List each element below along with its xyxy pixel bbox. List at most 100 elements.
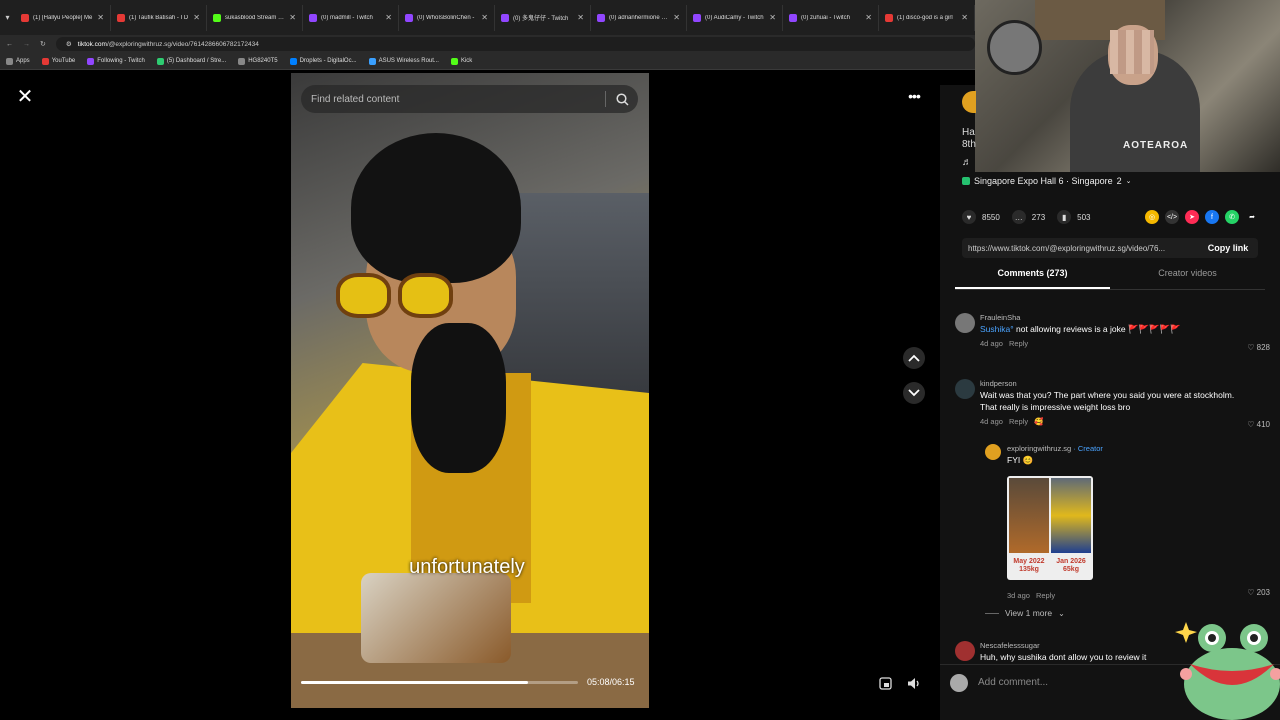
tab-title: (0) 多鬼仔仔 - Twitch	[513, 16, 569, 22]
url-path: /@exploringwithruz.sg/video/761428660678…	[106, 40, 259, 48]
browser-tab[interactable]: (1) disco-god is a girl ✕	[879, 4, 975, 31]
bookmark-favicon-icon	[238, 57, 246, 65]
video-player[interactable]	[291, 73, 649, 708]
video-link-row: https://www.tiktok.com/@exploringwithruz…	[962, 238, 1258, 258]
browser-tab[interactable]: sukasblood Stream - V ✕	[207, 4, 303, 31]
bookmark-label: Following - Twitch	[97, 58, 145, 64]
picture-in-picture-icon[interactable]	[876, 674, 894, 692]
coin-icon[interactable]: ◎	[1145, 210, 1159, 224]
comment-username[interactable]: kindperson	[980, 379, 1235, 388]
location-tag[interactable]: Singapore Expo Hall 6 · Singapore 2 ⌄	[962, 176, 1131, 186]
bookmark-item[interactable]: Droplets - DigitalOc...	[289, 57, 357, 65]
comment-like[interactable]: ♡ 828	[1247, 343, 1270, 352]
tab-title: (0) WhoIsBolinChen -	[417, 14, 475, 21]
tab-close-icon[interactable]: ✕	[961, 13, 968, 22]
browser-tab[interactable]: (1) Taufik Batisah - I D ✕	[111, 4, 207, 31]
reply-like[interactable]: ♡ 203	[1247, 588, 1270, 597]
creator-badge: · Creator	[1073, 444, 1103, 453]
bookmark-item[interactable]: (5) Dashboard / Stre...	[156, 57, 226, 65]
comment-button[interactable]: … 273	[1011, 210, 1045, 224]
search-icon[interactable]	[606, 92, 638, 106]
comment-mention[interactable]: Sushika°	[980, 324, 1014, 334]
tab-close-icon[interactable]: ✕	[481, 13, 488, 22]
bookmark-item[interactable]: YouTube	[41, 57, 75, 65]
bookmark-item[interactable]: HG8240T5	[238, 57, 278, 65]
browser-tab[interactable]: (0) AudiCamy - Twitch ✕	[687, 4, 783, 31]
video-link-url[interactable]: https://www.tiktok.com/@exploringwithruz…	[968, 244, 1198, 253]
browser-tab-strip: ▾ (1) [Hallyu People] Me ✕ (1) Taufik Bati…	[0, 0, 975, 35]
reply-username[interactable]: exploringwithruz.sg	[1007, 444, 1071, 453]
related-content-search[interactable]: Find related content	[301, 85, 638, 113]
address-bar-row: ← → ↻ ⚙ tiktok.com /@exploringwithruz.sg…	[0, 35, 975, 53]
tab-close-icon[interactable]: ✕	[673, 13, 680, 22]
tab-comments[interactable]: Comments (273)	[955, 268, 1110, 289]
add-comment-input[interactable]: Add comment...	[978, 677, 1048, 688]
reply-attached-photo[interactable]: May 2022 135kg Jan 2026 65kg	[1007, 476, 1093, 580]
tab-search-chevron-icon[interactable]: ▾	[4, 11, 11, 25]
url-host: tiktok.com	[77, 40, 107, 48]
whatsapp-icon[interactable]: ✆	[1225, 210, 1239, 224]
view-more-replies[interactable]: View 1 more ⌄	[985, 608, 1065, 618]
share-arrow-icon[interactable]: ➦	[1245, 210, 1259, 224]
comment-username[interactable]: FrauleinSha	[980, 313, 1235, 322]
tab-close-icon[interactable]: ✕	[865, 13, 872, 22]
browser-tab[interactable]: (1) [Hallyu People] Me ✕	[15, 4, 111, 31]
browser-tab[interactable]: (0) WhoIsBolinChen - ✕	[399, 4, 495, 31]
tab-title: (0) AudiCamy - Twitch	[705, 14, 764, 21]
tab-close-icon[interactable]: ✕	[97, 13, 104, 22]
creator-avatar-partial[interactable]	[962, 91, 976, 113]
bookmark-item[interactable]: Following - Twitch	[87, 57, 145, 65]
embed-icon[interactable]: </>	[1165, 210, 1179, 224]
video-black-glove	[411, 323, 506, 473]
site-info-icon[interactable]: ⚙	[66, 40, 72, 48]
bookmark-item[interactable]: Kick	[450, 57, 472, 65]
browser-tab[interactable]: (0) 多鬼仔仔 - Twitch ✕	[495, 4, 591, 31]
bookmark-item[interactable]: Apps	[6, 57, 30, 65]
back-icon[interactable]: ←	[6, 41, 13, 48]
close-icon[interactable]: ✕	[15, 87, 35, 107]
tab-favicon-icon	[501, 13, 509, 22]
tab-close-icon[interactable]: ✕	[769, 13, 776, 22]
webcam-face-blur	[1110, 30, 1154, 74]
copy-link-button[interactable]: Copy link	[1198, 243, 1258, 253]
save-button[interactable]: ▮ 503	[1057, 210, 1091, 224]
tab-close-icon[interactable]: ✕	[385, 13, 392, 22]
avatar[interactable]	[985, 444, 1001, 460]
bookmark-item[interactable]: ASUS Wireless Rout...	[368, 57, 439, 65]
tab-close-icon[interactable]: ✕	[289, 13, 296, 22]
video-progress-bar[interactable]	[301, 681, 578, 684]
reply-like-count: 203	[1256, 588, 1270, 597]
send-icon[interactable]: ➤	[1185, 210, 1199, 224]
browser-tab[interactable]: (0) madmill - Twitch ✕	[303, 4, 399, 31]
next-video-button[interactable]	[903, 382, 925, 404]
url-field[interactable]: ⚙ tiktok.com /@exploringwithruz.sg/video…	[55, 37, 975, 51]
browser-tab[interactable]: (0) adrianhermione - Tw ✕	[591, 4, 687, 31]
tab-favicon-icon	[117, 13, 125, 22]
reply-button[interactable]: Reply	[1009, 339, 1028, 348]
tab-close-icon[interactable]: ✕	[577, 13, 584, 22]
like-count: 8550	[982, 212, 1000, 222]
browser-tab[interactable]: (0) zuhuai - Twitch ✕	[783, 4, 879, 31]
tab-creator-videos[interactable]: Creator videos	[1110, 268, 1265, 289]
bookmark-label: ASUS Wireless Rout...	[378, 58, 439, 64]
more-options-icon[interactable]: •••	[903, 88, 925, 106]
tab-close-icon[interactable]: ✕	[193, 13, 200, 22]
comment-like[interactable]: ♡ 410	[1247, 420, 1270, 429]
facebook-icon[interactable]: f	[1205, 210, 1219, 224]
reply-button[interactable]: Reply	[1036, 591, 1055, 600]
location-count: 2	[1116, 176, 1122, 186]
reload-icon[interactable]: ↻	[40, 40, 46, 48]
previous-video-button[interactable]	[903, 347, 925, 369]
like-button[interactable]: ♥ 8550	[962, 210, 1000, 224]
comment-bubble-icon: …	[1011, 210, 1026, 224]
avatar[interactable]	[955, 313, 975, 333]
video-time: 05:08/06:15	[587, 677, 635, 687]
reply-button[interactable]: Reply	[1009, 417, 1028, 426]
forward-icon[interactable]: →	[23, 41, 30, 48]
sidebar-header-partial: Ha 8th ♬	[940, 85, 976, 172]
avatar	[950, 673, 968, 692]
avatar[interactable]	[955, 379, 975, 399]
volume-icon[interactable]	[905, 674, 923, 692]
avatar[interactable]	[955, 641, 975, 661]
tab-title: (0) zuhuai - Twitch	[801, 14, 850, 21]
